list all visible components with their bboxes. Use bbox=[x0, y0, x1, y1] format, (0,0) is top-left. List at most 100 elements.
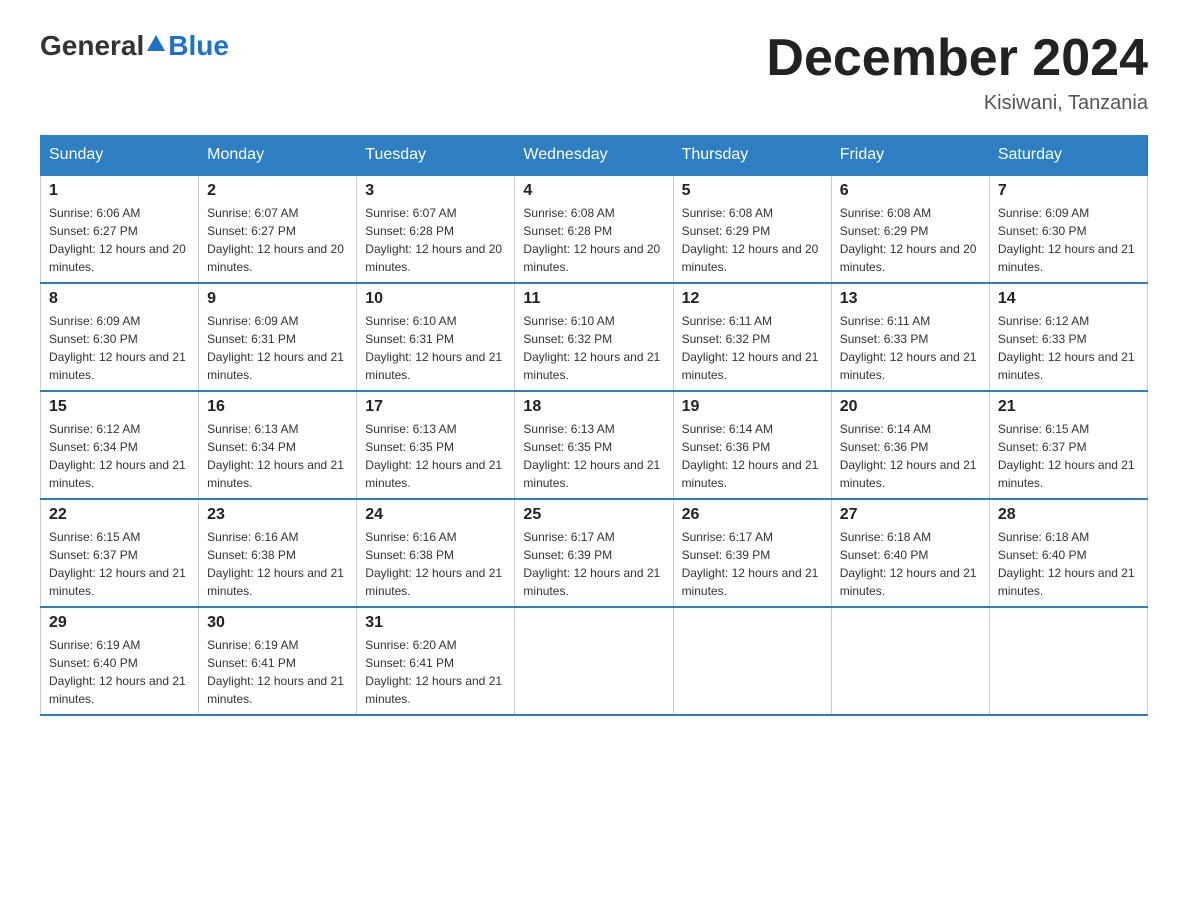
calendar-day-cell: 1Sunrise: 6:06 AMSunset: 6:27 PMDaylight… bbox=[41, 175, 199, 283]
day-number: 5 bbox=[682, 182, 823, 200]
calendar-day-cell: 12 Sunrise: 6:11 AMSunset: 6:32 PMDayligh… bbox=[673, 283, 831, 391]
calendar-week-row: 22 Sunrise: 6:15 AMSunset: 6:37 PMDayligh… bbox=[41, 499, 1148, 607]
day-number: 18 bbox=[523, 398, 664, 416]
calendar-day-cell: 10Sunrise: 6:10 AMSunset: 6:31 PMDayligh… bbox=[357, 283, 515, 391]
day-info: Sunrise: 6:09 AMSunset: 6:30 PMDaylight:… bbox=[998, 204, 1139, 276]
day-info: Sunrise: 6:08 AMSunset: 6:29 PMDaylight:… bbox=[840, 204, 981, 276]
calendar-day-cell: 31 Sunrise: 6:20 AMSunset: 6:41 PMDayligh… bbox=[357, 607, 515, 715]
day-number: 21 bbox=[998, 398, 1139, 416]
calendar-day-cell: 7 Sunrise: 6:09 AMSunset: 6:30 PMDaylight… bbox=[989, 175, 1147, 283]
day-number: 2 bbox=[207, 182, 348, 200]
day-info: Sunrise: 6:16 AMSunset: 6:38 PMDaylight:… bbox=[365, 528, 506, 600]
day-info: Sunrise: 6:15 AMSunset: 6:37 PMDaylight:… bbox=[49, 528, 190, 600]
day-number: 1 bbox=[49, 182, 190, 200]
calendar-day-cell: 24 Sunrise: 6:16 AMSunset: 6:38 PMDayligh… bbox=[357, 499, 515, 607]
calendar-week-row: 1Sunrise: 6:06 AMSunset: 6:27 PMDaylight… bbox=[41, 175, 1148, 283]
calendar-header-sunday: Sunday bbox=[41, 136, 199, 176]
day-number: 30 bbox=[207, 614, 348, 632]
day-info: Sunrise: 6:09 AMSunset: 6:30 PMDaylight:… bbox=[49, 312, 190, 384]
day-info: Sunrise: 6:12 AMSunset: 6:33 PMDaylight:… bbox=[998, 312, 1139, 384]
calendar-day-cell: 2 Sunrise: 6:07 AMSunset: 6:27 PMDaylight… bbox=[199, 175, 357, 283]
calendar-header-tuesday: Tuesday bbox=[357, 136, 515, 176]
day-info: Sunrise: 6:15 AMSunset: 6:37 PMDaylight:… bbox=[998, 420, 1139, 492]
logo-general-text: General bbox=[40, 30, 144, 62]
day-number: 31 bbox=[365, 614, 506, 632]
calendar-day-cell: 19 Sunrise: 6:14 AMSunset: 6:36 PMDayligh… bbox=[673, 391, 831, 499]
calendar-day-cell bbox=[673, 607, 831, 715]
calendar-day-cell: 29 Sunrise: 6:19 AMSunset: 6:40 PMDayligh… bbox=[41, 607, 199, 715]
calendar-day-cell: 17Sunrise: 6:13 AMSunset: 6:35 PMDayligh… bbox=[357, 391, 515, 499]
calendar-day-cell: 30 Sunrise: 6:19 AMSunset: 6:41 PMDayligh… bbox=[199, 607, 357, 715]
day-info: Sunrise: 6:20 AMSunset: 6:41 PMDaylight:… bbox=[365, 636, 506, 708]
day-number: 4 bbox=[523, 182, 664, 200]
day-info: Sunrise: 6:07 AMSunset: 6:28 PMDaylight:… bbox=[365, 204, 506, 276]
day-number: 16 bbox=[207, 398, 348, 416]
calendar-day-cell: 18 Sunrise: 6:13 AMSunset: 6:35 PMDayligh… bbox=[515, 391, 673, 499]
calendar-day-cell: 4 Sunrise: 6:08 AMSunset: 6:28 PMDaylight… bbox=[515, 175, 673, 283]
day-info: Sunrise: 6:08 AMSunset: 6:29 PMDaylight:… bbox=[682, 204, 823, 276]
day-info: Sunrise: 6:18 AMSunset: 6:40 PMDaylight:… bbox=[840, 528, 981, 600]
calendar-day-cell: 13 Sunrise: 6:11 AMSunset: 6:33 PMDayligh… bbox=[831, 283, 989, 391]
day-info: Sunrise: 6:19 AMSunset: 6:41 PMDaylight:… bbox=[207, 636, 348, 708]
day-number: 7 bbox=[998, 182, 1139, 200]
day-info: Sunrise: 6:10 AMSunset: 6:32 PMDaylight:… bbox=[523, 312, 664, 384]
day-info: Sunrise: 6:19 AMSunset: 6:40 PMDaylight:… bbox=[49, 636, 190, 708]
day-number: 19 bbox=[682, 398, 823, 416]
logo-blue-text: Blue bbox=[168, 30, 229, 62]
calendar-day-cell: 22 Sunrise: 6:15 AMSunset: 6:37 PMDayligh… bbox=[41, 499, 199, 607]
day-number: 24 bbox=[365, 506, 506, 524]
logo-triangle-icon bbox=[145, 33, 167, 55]
day-number: 9 bbox=[207, 290, 348, 308]
calendar-day-cell: 25 Sunrise: 6:17 AMSunset: 6:39 PMDayligh… bbox=[515, 499, 673, 607]
calendar-header-saturday: Saturday bbox=[989, 136, 1147, 176]
day-number: 28 bbox=[998, 506, 1139, 524]
day-number: 13 bbox=[840, 290, 981, 308]
day-number: 3 bbox=[365, 182, 506, 200]
calendar-day-cell: 26 Sunrise: 6:17 AMSunset: 6:39 PMDayligh… bbox=[673, 499, 831, 607]
day-info: Sunrise: 6:13 AMSunset: 6:34 PMDaylight:… bbox=[207, 420, 348, 492]
day-number: 25 bbox=[523, 506, 664, 524]
calendar-day-cell: 15Sunrise: 6:12 AMSunset: 6:34 PMDayligh… bbox=[41, 391, 199, 499]
day-number: 20 bbox=[840, 398, 981, 416]
day-number: 17 bbox=[365, 398, 506, 416]
day-info: Sunrise: 6:17 AMSunset: 6:39 PMDaylight:… bbox=[682, 528, 823, 600]
calendar-day-cell: 27 Sunrise: 6:18 AMSunset: 6:40 PMDayligh… bbox=[831, 499, 989, 607]
calendar-day-cell: 9 Sunrise: 6:09 AMSunset: 6:31 PMDaylight… bbox=[199, 283, 357, 391]
calendar-day-cell: 23Sunrise: 6:16 AMSunset: 6:38 PMDayligh… bbox=[199, 499, 357, 607]
title-area: December 2024 Kisiwani, Tanzania bbox=[766, 30, 1148, 115]
calendar-day-cell bbox=[989, 607, 1147, 715]
calendar-week-row: 29 Sunrise: 6:19 AMSunset: 6:40 PMDayligh… bbox=[41, 607, 1148, 715]
calendar-header-thursday: Thursday bbox=[673, 136, 831, 176]
day-number: 10 bbox=[365, 290, 506, 308]
calendar-header-friday: Friday bbox=[831, 136, 989, 176]
day-number: 6 bbox=[840, 182, 981, 200]
day-number: 27 bbox=[840, 506, 981, 524]
day-info: Sunrise: 6:14 AMSunset: 6:36 PMDaylight:… bbox=[682, 420, 823, 492]
day-info: Sunrise: 6:09 AMSunset: 6:31 PMDaylight:… bbox=[207, 312, 348, 384]
calendar-day-cell: 28Sunrise: 6:18 AMSunset: 6:40 PMDayligh… bbox=[989, 499, 1147, 607]
day-number: 15 bbox=[49, 398, 190, 416]
calendar-day-cell: 3 Sunrise: 6:07 AMSunset: 6:28 PMDaylight… bbox=[357, 175, 515, 283]
calendar-header-row: SundayMondayTuesdayWednesdayThursdayFrid… bbox=[41, 136, 1148, 176]
day-number: 11 bbox=[523, 290, 664, 308]
calendar-day-cell: 8Sunrise: 6:09 AMSunset: 6:30 PMDaylight… bbox=[41, 283, 199, 391]
day-info: Sunrise: 6:13 AMSunset: 6:35 PMDaylight:… bbox=[523, 420, 664, 492]
day-number: 26 bbox=[682, 506, 823, 524]
calendar-day-cell: 20Sunrise: 6:14 AMSunset: 6:36 PMDayligh… bbox=[831, 391, 989, 499]
day-number: 29 bbox=[49, 614, 190, 632]
day-info: Sunrise: 6:11 AMSunset: 6:33 PMDaylight:… bbox=[840, 312, 981, 384]
calendar-day-cell: 16 Sunrise: 6:13 AMSunset: 6:34 PMDayligh… bbox=[199, 391, 357, 499]
day-number: 12 bbox=[682, 290, 823, 308]
day-info: Sunrise: 6:07 AMSunset: 6:27 PMDaylight:… bbox=[207, 204, 348, 276]
calendar-day-cell bbox=[515, 607, 673, 715]
day-info: Sunrise: 6:08 AMSunset: 6:28 PMDaylight:… bbox=[523, 204, 664, 276]
calendar-day-cell: 6 Sunrise: 6:08 AMSunset: 6:29 PMDaylight… bbox=[831, 175, 989, 283]
calendar-header-monday: Monday bbox=[199, 136, 357, 176]
calendar-week-row: 8Sunrise: 6:09 AMSunset: 6:30 PMDaylight… bbox=[41, 283, 1148, 391]
calendar-day-cell: 11 Sunrise: 6:10 AMSunset: 6:32 PMDayligh… bbox=[515, 283, 673, 391]
calendar-day-cell: 5 Sunrise: 6:08 AMSunset: 6:29 PMDaylight… bbox=[673, 175, 831, 283]
day-number: 22 bbox=[49, 506, 190, 524]
day-info: Sunrise: 6:17 AMSunset: 6:39 PMDaylight:… bbox=[523, 528, 664, 600]
day-info: Sunrise: 6:11 AMSunset: 6:32 PMDaylight:… bbox=[682, 312, 823, 384]
calendar-week-row: 15Sunrise: 6:12 AMSunset: 6:34 PMDayligh… bbox=[41, 391, 1148, 499]
